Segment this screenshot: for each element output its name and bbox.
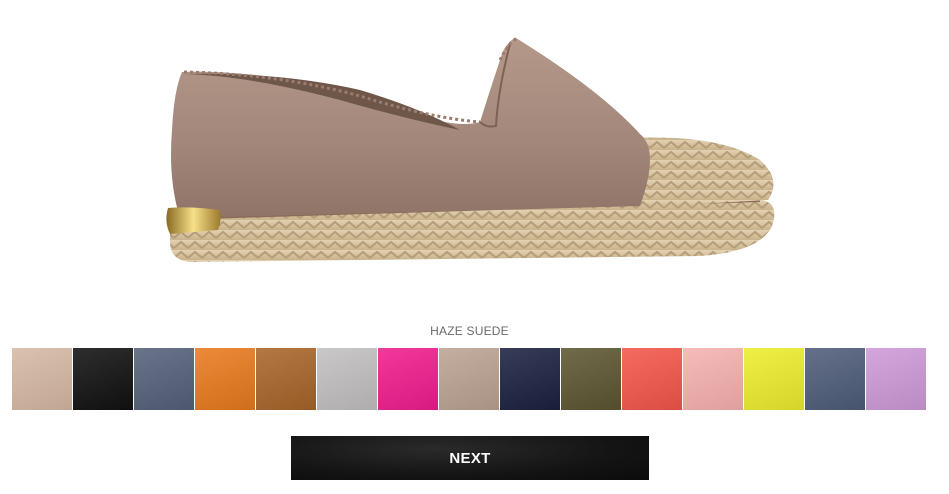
espadrille-shoe-image	[166, 36, 775, 262]
color-swatch-13[interactable]	[744, 348, 804, 410]
color-swatch-12[interactable]	[683, 348, 743, 410]
color-swatch-4[interactable]	[195, 348, 255, 410]
color-swatches	[12, 348, 927, 410]
selected-color-name: HAZE SUEDE	[430, 324, 509, 338]
color-swatch-2[interactable]	[73, 348, 133, 410]
color-swatch-3[interactable]	[134, 348, 194, 410]
product-image	[160, 30, 790, 300]
color-swatch-9[interactable]	[500, 348, 560, 410]
color-swatch-15[interactable]	[866, 348, 926, 410]
color-swatch-11[interactable]	[622, 348, 682, 410]
color-swatch-5[interactable]	[256, 348, 316, 410]
color-swatch-8[interactable]	[439, 348, 499, 410]
color-swatch-10[interactable]	[561, 348, 621, 410]
color-swatch-6[interactable]	[317, 348, 377, 410]
color-swatch-7[interactable]	[378, 348, 438, 410]
color-swatch-14[interactable]	[805, 348, 865, 410]
next-button[interactable]: NEXT	[291, 436, 649, 480]
color-swatch-1[interactable]	[12, 348, 72, 410]
